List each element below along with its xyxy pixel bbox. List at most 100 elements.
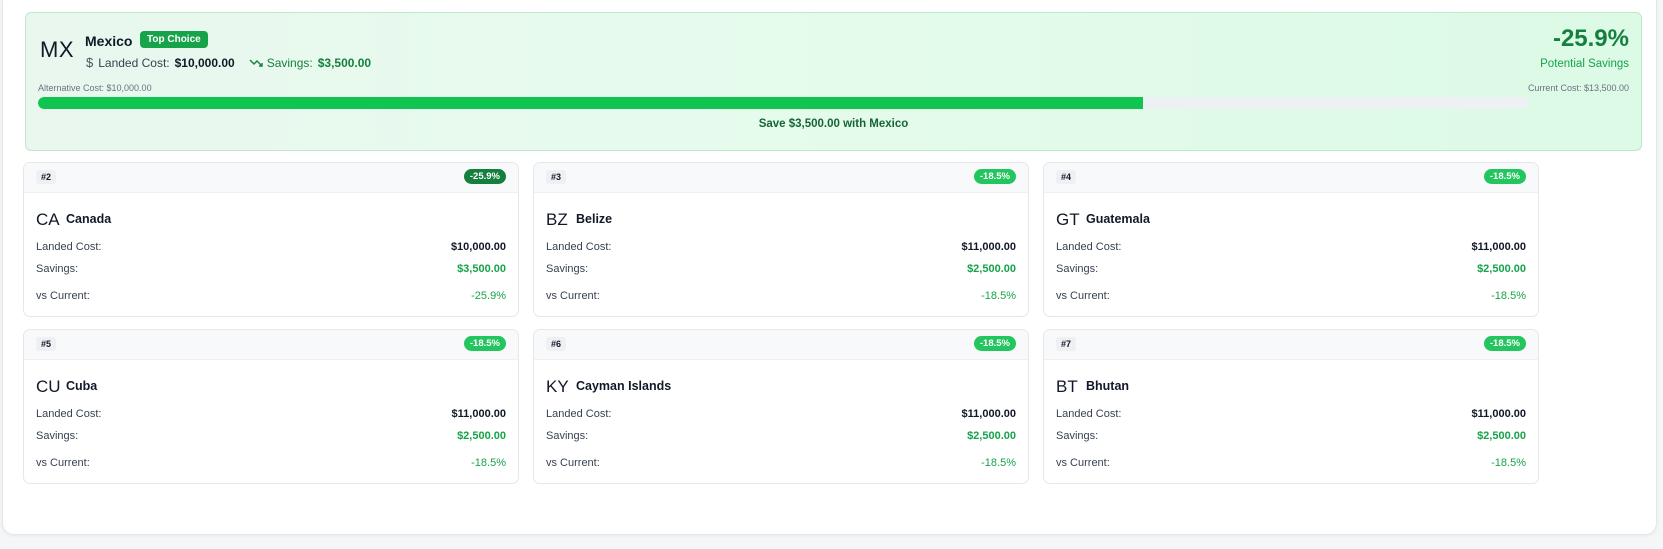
savings-value: $2,500.00 [1477,263,1526,275]
vs-current-label: vs Current: [1056,457,1110,469]
savings-label: Savings: [36,263,79,275]
country-card[interactable]: #7 -18.5% BT Bhutan Landed Cost: $11,000… [1043,329,1539,484]
savings-label: Savings: [546,430,589,442]
vs-current-value: -18.5% [1491,290,1526,302]
vs-current-row: vs Current: -18.5% [36,457,506,469]
alternative-cost-label: Alternative Cost: $10,000.00 [38,83,152,93]
landed-cost-label: Landed Cost: [1056,241,1122,253]
landed-cost-label: Landed Cost: [98,55,170,70]
country-card[interactable]: #3 -18.5% BZ Belize Landed Cost: $11,000… [533,162,1029,317]
country-name: Canada [66,212,112,226]
vs-current-value: -18.5% [1491,457,1526,469]
vs-current-label: vs Current: [1056,290,1110,302]
card-header: #3 -18.5% [534,163,1028,193]
landed-cost-value: $11,000.00 [961,241,1016,253]
card-header: #5 -18.5% [24,330,518,360]
country-code: BT [1056,377,1078,396]
country-card[interactable]: #4 -18.5% GT Guatemala Landed Cost: $11,… [1043,162,1539,317]
dollar-icon: $ [86,55,94,70]
vs-current-row: vs Current: -18.5% [1056,457,1526,469]
landed-cost-label: Landed Cost: [36,408,102,420]
landed-cost-value: $11,000.00 [961,408,1016,420]
percent-badge: -18.5% [973,169,1016,184]
landed-cost-value: $11,000.00 [1471,241,1526,253]
percent-badge: -18.5% [1483,169,1526,184]
country-code: GT [1056,210,1080,229]
landed-cost-row: Landed Cost: $11,000.00 [546,241,1016,253]
vs-current-label: vs Current: [36,457,90,469]
vs-current-value: -18.5% [981,457,1016,469]
landed-cost-row: Landed Cost: $11,000.00 [36,408,506,420]
landed-cost-row: Landed Cost: $11,000.00 [546,408,1016,420]
savings-label: Savings: [1056,430,1099,442]
card-header: #4 -18.5% [1044,163,1538,193]
vs-current-label: vs Current: [546,457,600,469]
landed-cost-value: $10,000.00 [174,55,235,70]
country-name: Cayman Islands [576,379,672,393]
rank-badge: #3 [546,170,567,184]
country-name: Cuba [66,379,98,393]
savings-value: $2,500.00 [967,430,1016,442]
comparison-panel: MX Mexico Top Choice $ Landed Cost: $10,… [2,0,1657,535]
country-card[interactable]: #2 -25.9% CA Canada Landed Cost: $10,000… [23,162,519,317]
landed-cost-row: Landed Cost: $11,000.00 [1056,408,1526,420]
savings-row: Savings: $3,500.00 [36,263,506,275]
landed-cost-row: Landed Cost: $11,000.00 [1056,241,1526,253]
savings-row: Savings: $2,500.00 [546,263,1016,275]
landed-cost-value: $11,000.00 [1471,408,1526,420]
current-cost-label: Current Cost: $13,500.00 [1527,83,1629,93]
country-name: Belize [576,212,613,226]
savings-label: Savings: [1056,263,1099,275]
savings-percent-label: Potential Savings [1540,58,1629,70]
card-header: #6 -18.5% [534,330,1028,360]
rank-badge: #2 [36,170,57,184]
country-card[interactable]: #5 -18.5% CU Cuba Landed Cost: $11,000.0… [23,329,519,484]
landed-cost-label: Landed Cost: [546,241,612,253]
vs-current-value: -18.5% [981,290,1016,302]
country-card[interactable]: #6 -18.5% KY Cayman Islands Landed Cost:… [533,329,1029,484]
cost-progress-fill [38,97,1143,109]
top-choice-badge: Top Choice [140,31,208,48]
country-code: CA [36,210,60,229]
savings-row: Savings: $2,500.00 [1056,430,1526,442]
country-name: Bhutan [1086,379,1130,393]
savings-value: $2,500.00 [967,263,1016,275]
savings-row: Savings: $2,500.00 [1056,263,1526,275]
rank-badge: #4 [1056,170,1077,184]
country-name: Guatemala [1086,212,1150,226]
rank-badge: #6 [546,337,567,351]
cost-progress-bar [38,97,1529,109]
vs-current-row: vs Current: -18.5% [1056,290,1526,302]
landed-cost-row: Landed Cost: $10,000.00 [36,241,506,253]
savings-row: Savings: $2,500.00 [546,430,1016,442]
country-code: BZ [546,210,568,229]
percent-badge: -18.5% [463,336,506,351]
savings-percent: -25.9% [1552,25,1629,52]
savings-label: Savings: [546,263,589,275]
landed-cost-label: Landed Cost: [36,241,102,253]
country-code: MX [40,37,74,62]
vs-current-value: -25.9% [471,290,506,302]
vs-current-row: vs Current: -18.5% [546,457,1016,469]
trending-down-icon [249,58,263,68]
country-code: CU [36,377,61,396]
rank-badge: #7 [1056,337,1077,351]
savings-value: $3,500.00 [317,55,372,70]
vs-current-label: vs Current: [36,290,90,302]
country-code: KY [546,377,569,396]
percent-badge: -18.5% [1483,336,1526,351]
savings-value: $2,500.00 [457,430,506,442]
card-header: #2 -25.9% [24,163,518,193]
savings-value: $3,500.00 [457,263,506,275]
card-header: #7 -18.5% [1044,330,1538,360]
hero-meta: $ Landed Cost: $10,000.00 Savings: $3,50… [86,55,371,70]
country-name: Mexico [85,33,133,49]
landed-cost-label: Landed Cost: [546,408,612,420]
vs-current-row: vs Current: -18.5% [546,290,1016,302]
percent-badge: -18.5% [973,336,1016,351]
savings-value: $2,500.00 [1477,430,1526,442]
rank-badge: #5 [36,337,57,351]
top-choice-card[interactable]: MX Mexico Top Choice $ Landed Cost: $10,… [25,12,1642,151]
landed-cost-value: $11,000.00 [451,408,506,420]
savings-label: Savings: [266,55,313,70]
